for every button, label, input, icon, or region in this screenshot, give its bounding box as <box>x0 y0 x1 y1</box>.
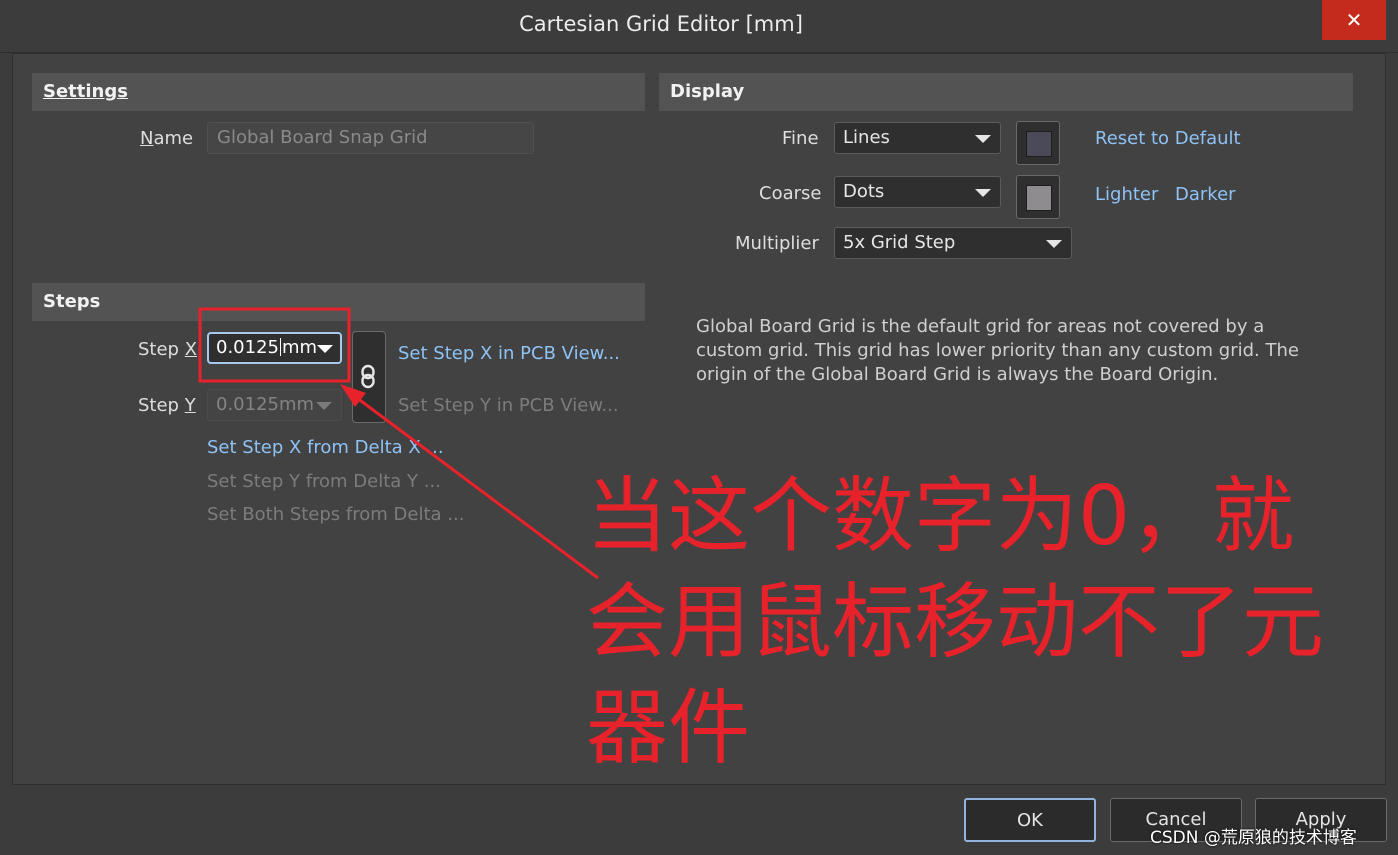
ok-button[interactable]: OK <box>964 798 1096 842</box>
watermark: CSDN @荒原狼的技术博客 <box>1150 828 1357 848</box>
annotation-arrow-shaft <box>348 390 599 580</box>
highlight-box <box>198 307 351 383</box>
annotation-text: 当这个数字为0，就 会用鼠标移动不了元 器件 <box>586 469 1325 776</box>
